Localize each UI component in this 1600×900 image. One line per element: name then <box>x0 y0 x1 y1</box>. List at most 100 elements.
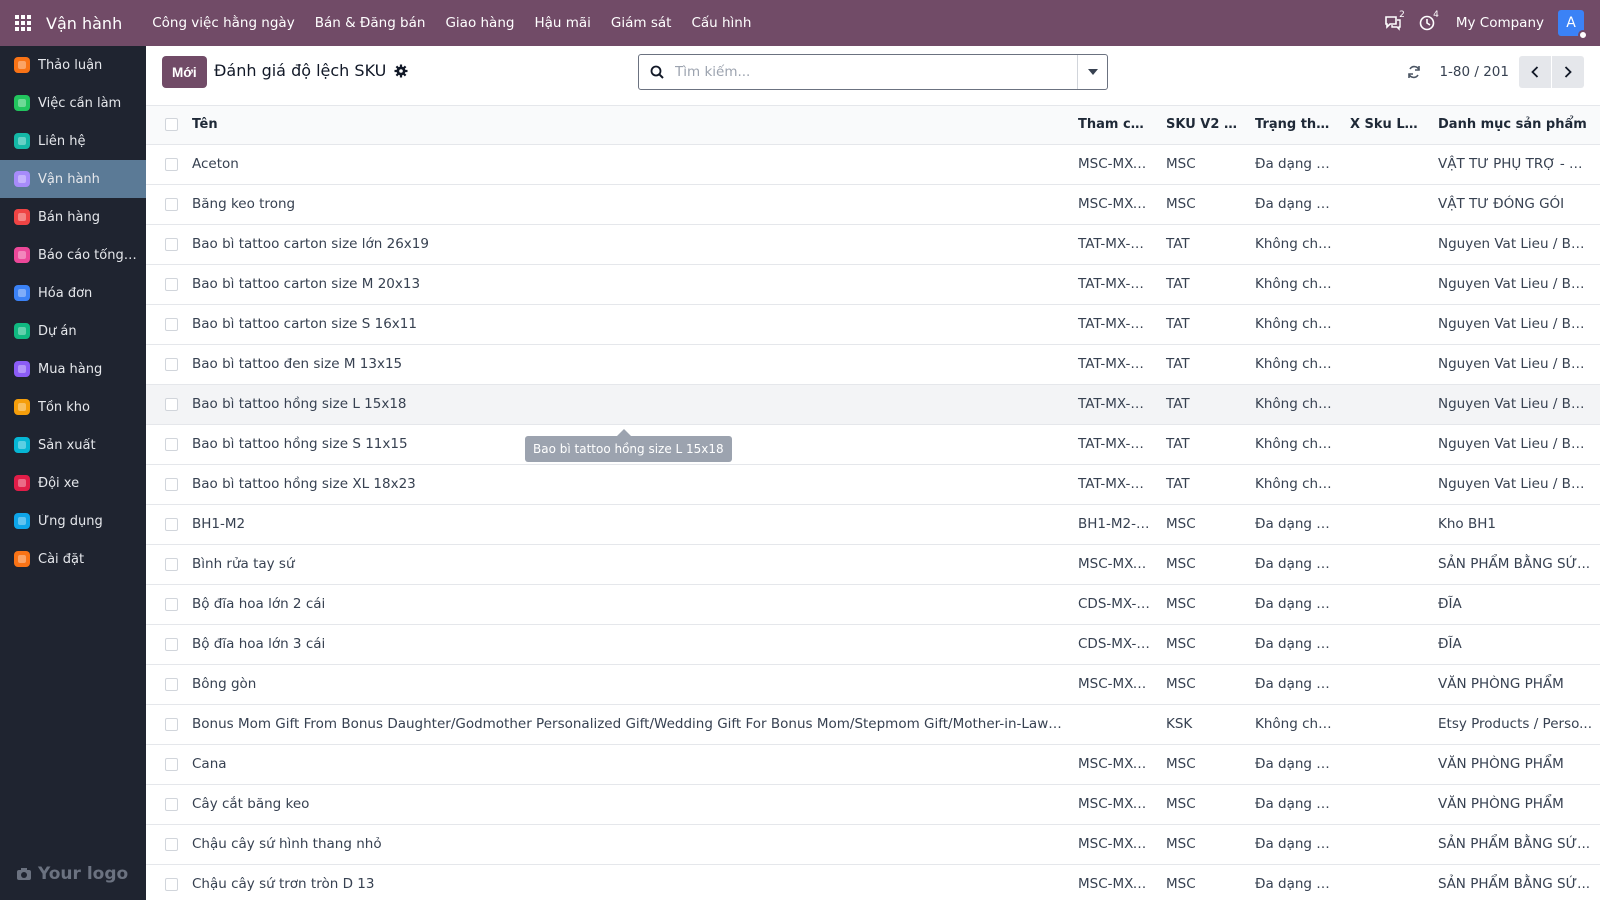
cell-status[interactable]: Không chín... <box>1247 224 1342 265</box>
row-checkbox[interactable] <box>164 277 178 291</box>
cell-reference[interactable]: CDS-MX-S... <box>1070 624 1158 665</box>
cell-reference[interactable]: MSC-MX-S... <box>1070 744 1158 785</box>
menu-monitoring[interactable]: Giám sát <box>601 15 682 31</box>
cell-reference[interactable] <box>1070 704 1158 745</box>
cell-sku-v2[interactable]: MSC <box>1158 864 1247 900</box>
cell-x-sku-legacy[interactable] <box>1342 744 1430 785</box>
column-header-reference[interactable]: Tham chi... <box>1070 106 1158 145</box>
cell-product-category[interactable]: VĂN PHÒNG PHẨM <box>1430 784 1600 825</box>
cell-x-sku-legacy[interactable] <box>1342 264 1430 305</box>
row-checkbox[interactable] <box>164 677 178 691</box>
cell-status[interactable]: Đa dạng b... <box>1247 824 1342 865</box>
cell-reference[interactable]: MSC-MX-S... <box>1070 184 1158 225</box>
sidebar-item-sales[interactable]: Bán hàng <box>0 198 146 236</box>
cell-status[interactable]: Đa dạng b... <box>1247 144 1342 185</box>
cell-sku-v2[interactable]: TAT <box>1158 344 1247 385</box>
cell-x-sku-legacy[interactable] <box>1342 784 1430 825</box>
cell-product-category[interactable]: Nguyen Vat Lieu / BA... <box>1430 304 1600 345</box>
cell-status[interactable]: Đa dạng b... <box>1247 744 1342 785</box>
sidebar-item-todo[interactable]: Việc cần làm <box>0 84 146 122</box>
cell-name[interactable]: BH1-M2 <box>192 504 1070 545</box>
cell-product-category[interactable]: Nguyen Vat Lieu / BA... <box>1430 464 1600 505</box>
cell-product-category[interactable]: ĐĨA <box>1430 624 1600 665</box>
cell-name[interactable]: Bộ đĩa hoa lớn 2 cái <box>192 584 1070 625</box>
row-checkbox[interactable] <box>164 317 178 331</box>
cell-product-category[interactable]: Nguyen Vat Lieu / BA... <box>1430 264 1600 305</box>
cell-sku-v2[interactable]: KSK <box>1158 704 1247 745</box>
row-checkbox[interactable] <box>164 557 178 571</box>
cell-x-sku-legacy[interactable] <box>1342 544 1430 585</box>
cell-status[interactable]: Không chín... <box>1247 384 1342 425</box>
cell-x-sku-legacy[interactable] <box>1342 864 1430 900</box>
cell-sku-v2[interactable]: MSC <box>1158 504 1247 545</box>
search-icon[interactable] <box>639 65 675 79</box>
messages-button[interactable]: 2 <box>1376 0 1410 46</box>
table-row[interactable]: Bao bì tattoo carton size M 20x13 TAT-MX-… <box>146 264 1600 305</box>
cell-x-sku-legacy[interactable] <box>1342 144 1430 185</box>
pager-value[interactable]: 1-80 / 201 <box>1439 64 1509 80</box>
row-checkbox[interactable] <box>164 837 178 851</box>
column-header-x-sku-legacy[interactable]: X Sku Leg... <box>1342 106 1430 145</box>
sidebar-item-purchase[interactable]: Mua hàng <box>0 350 146 388</box>
cell-x-sku-legacy[interactable] <box>1342 344 1430 385</box>
new-button[interactable]: Mới <box>162 56 207 88</box>
sidebar-item-contacts[interactable]: Liên hệ <box>0 122 146 160</box>
row-checkbox[interactable] <box>164 597 178 611</box>
row-checkbox[interactable] <box>164 877 178 891</box>
select-all-checkbox[interactable] <box>164 118 178 132</box>
cell-status[interactable]: Đa dạng b... <box>1247 864 1342 900</box>
cell-sku-v2[interactable]: MSC <box>1158 784 1247 825</box>
row-checkbox[interactable] <box>164 397 178 411</box>
sidebar-item-fleet[interactable]: Đội xe <box>0 464 146 502</box>
sidebar-item-discuss[interactable]: Thảo luận <box>0 46 146 84</box>
cell-name[interactable]: Băng keo trong <box>192 184 1070 225</box>
cell-status[interactable]: Không chín... <box>1247 424 1342 465</box>
cell-reference[interactable]: CDS-MX-S... <box>1070 584 1158 625</box>
cell-status[interactable]: Không chín... <box>1247 304 1342 345</box>
cell-name[interactable]: Bao bì tattoo carton size M 20x13 <box>192 264 1070 305</box>
table-row[interactable]: Bao bì tattoo carton size S 16x11 TAT-MX-… <box>146 304 1600 345</box>
cell-reference[interactable]: TAT-MX-S... <box>1070 424 1158 465</box>
cell-status[interactable]: Không chín... <box>1247 344 1342 385</box>
cell-product-category[interactable]: Nguyen Vat Lieu / BA... <box>1430 344 1600 385</box>
cell-name[interactable]: Chậu cây sứ hình thang nhỏ <box>192 824 1070 865</box>
cell-sku-v2[interactable]: MSC <box>1158 584 1247 625</box>
cell-x-sku-legacy[interactable] <box>1342 624 1430 665</box>
cell-status[interactable]: Đa dạng b... <box>1247 544 1342 585</box>
cell-sku-v2[interactable]: MSC <box>1158 664 1247 705</box>
row-checkbox[interactable] <box>164 437 178 451</box>
cell-sku-v2[interactable]: TAT <box>1158 224 1247 265</box>
cell-status[interactable]: Đa dạng b... <box>1247 664 1342 705</box>
cell-sku-v2[interactable]: MSC <box>1158 624 1247 665</box>
cell-reference[interactable]: MSC-MX-S... <box>1070 824 1158 865</box>
app-grid-icon[interactable] <box>0 0 46 46</box>
cell-name[interactable]: Bao bì tattoo hồng size XL 18x23 <box>192 464 1070 505</box>
cell-status[interactable]: Không chín... <box>1247 464 1342 505</box>
table-row[interactable]: Aceton MSC-MX-S... MSC Đa dạng b... VẬT TƯ P… <box>146 144 1600 185</box>
cell-product-category[interactable]: VĂN PHÒNG PHẨM <box>1430 744 1600 785</box>
cell-sku-v2[interactable]: MSC <box>1158 824 1247 865</box>
cell-product-category[interactable]: VĂN PHÒNG PHẨM <box>1430 664 1600 705</box>
cell-name[interactable]: Bao bì tattoo đen size M 13x15 <box>192 344 1070 385</box>
cell-reference[interactable]: BH1-M2-S... <box>1070 504 1158 545</box>
table-row[interactable]: Bộ đĩa hoa lớn 2 cái CDS-MX-S... MSC Đa dạn… <box>146 584 1600 625</box>
search-options-toggle[interactable] <box>1077 55 1107 89</box>
cell-product-category[interactable]: Nguyen Vat Lieu / BA... <box>1430 224 1600 265</box>
cell-status[interactable]: Đa dạng b... <box>1247 184 1342 225</box>
row-checkbox[interactable] <box>164 637 178 651</box>
table-row[interactable]: Bao bì tattoo hồng size XL 18x23 TAT-MX-S… <box>146 464 1600 505</box>
table-row[interactable]: Cây cắt băng keo MSC-MX-S... MSC Đa dạng b.… <box>146 784 1600 825</box>
row-checkbox[interactable] <box>164 157 178 171</box>
cell-product-category[interactable]: VẬT TƯ PHỤ TRỢ - ĐĨA <box>1430 144 1600 185</box>
cell-product-category[interactable]: SẢN PHẨM BẰNG SỨ... <box>1430 864 1600 900</box>
cell-x-sku-legacy[interactable] <box>1342 824 1430 865</box>
search-input[interactable] <box>675 56 1077 88</box>
cell-product-category[interactable]: VẬT TƯ ĐÓNG GÓI <box>1430 184 1600 225</box>
cell-status[interactable]: Đa dạng b... <box>1247 624 1342 665</box>
row-checkbox[interactable] <box>164 357 178 371</box>
sidebar-item-operations[interactable]: Vận hành <box>0 160 146 198</box>
sidebar-item-reports[interactable]: Báo cáo tổng hợp <box>0 236 146 274</box>
menu-daily-tasks[interactable]: Công việc hằng ngày <box>142 15 305 31</box>
table-row[interactable]: Bình rửa tay sứ MSC-MX-S... MSC Đa dạng b..… <box>146 544 1600 585</box>
cell-status[interactable]: Không chín... <box>1247 704 1342 745</box>
